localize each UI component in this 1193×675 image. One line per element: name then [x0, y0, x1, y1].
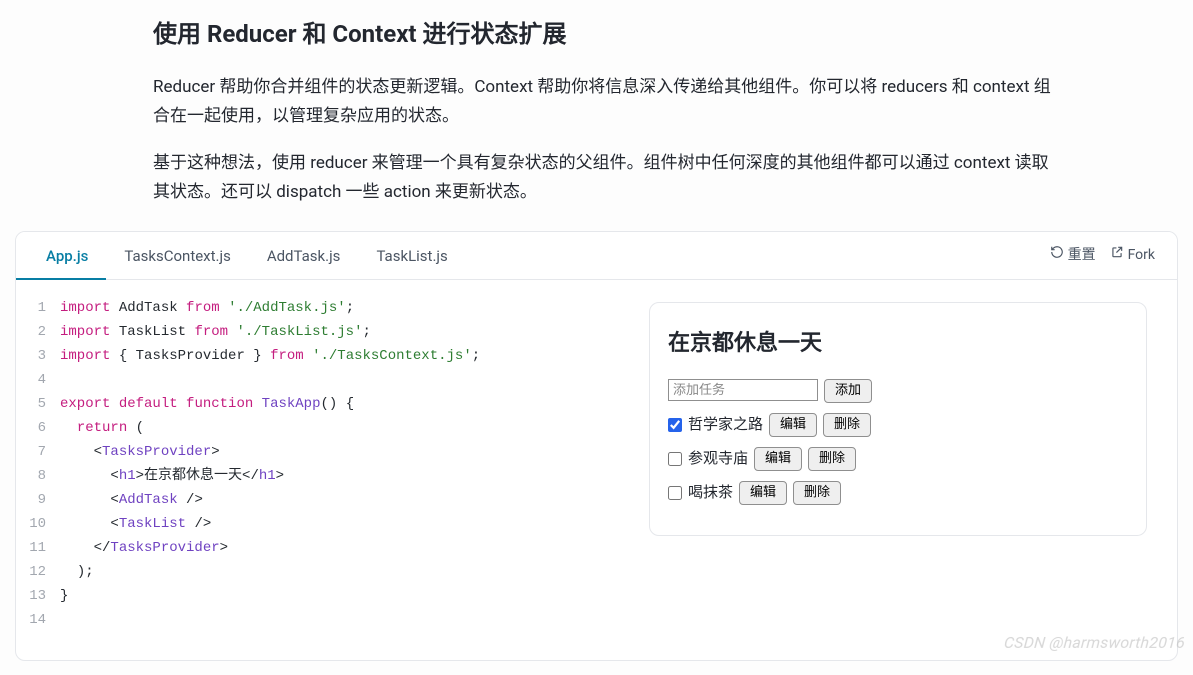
code-line: 5export default function TaskApp() { [16, 392, 629, 416]
reset-label: 重置 [1068, 245, 1096, 267]
task-row: 参观寺庙编辑删除 [668, 447, 1128, 471]
code-content: <AddTask /> [60, 488, 203, 512]
task-text: 喝抹茶 [688, 481, 733, 504]
task-checkbox[interactable] [668, 486, 682, 500]
file-tab[interactable]: AddTask.js [249, 233, 359, 280]
code-line: 6 return ( [16, 416, 629, 440]
code-line: 2import TaskList from './TaskList.js'; [16, 320, 629, 344]
task-text: 哲学家之路 [688, 413, 763, 436]
paragraph-1: Reducer 帮助你合并组件的状态更新逻辑。Context 帮助你将信息深入传… [153, 73, 1063, 131]
line-number: 13 [16, 584, 60, 608]
code-line: 1import AddTask from './AddTask.js'; [16, 296, 629, 320]
paragraph-2: 基于这种想法，使用 reducer 来管理一个具有复杂状态的父组件。组件树中任何… [153, 149, 1063, 207]
edit-button[interactable]: 编辑 [754, 447, 802, 471]
file-tab[interactable]: App.js [16, 233, 106, 280]
code-content [60, 608, 68, 632]
preview-column: 在京都休息一天 添加 哲学家之路编辑删除参观寺庙编辑删除喝抹茶编辑删除 [629, 284, 1177, 644]
reset-icon [1050, 245, 1064, 267]
code-content: ); [60, 560, 94, 584]
fork-button[interactable]: Fork [1110, 245, 1155, 267]
sandbox-header: App.jsTasksContext.jsAddTask.jsTaskList.… [16, 232, 1177, 280]
add-task-button[interactable]: 添加 [824, 379, 872, 403]
edit-button[interactable]: 编辑 [739, 481, 787, 505]
code-line: 7 <TasksProvider> [16, 440, 629, 464]
code-line: 12 ); [16, 560, 629, 584]
code-line: 8 <h1>在京都休息一天</h1> [16, 464, 629, 488]
edit-button[interactable]: 编辑 [769, 413, 817, 437]
code-content: } [60, 584, 68, 608]
code-content: return ( [60, 416, 144, 440]
task-checkbox[interactable] [668, 418, 682, 432]
file-tabs: App.jsTasksContext.jsAddTask.jsTaskList.… [16, 232, 466, 279]
file-tab[interactable]: TasksContext.js [106, 233, 248, 280]
line-number: 8 [16, 464, 60, 488]
line-number: 11 [16, 536, 60, 560]
code-content: import { TasksProvider } from './TasksCo… [60, 344, 480, 368]
task-row: 哲学家之路编辑删除 [668, 413, 1128, 437]
section-heading: 使用 Reducer 和 Context 进行状态扩展 [153, 16, 1063, 53]
add-task-input[interactable] [668, 379, 818, 401]
reset-button[interactable]: 重置 [1050, 245, 1096, 267]
line-number: 14 [16, 608, 60, 632]
line-number: 4 [16, 368, 60, 392]
task-row: 喝抹茶编辑删除 [668, 481, 1128, 505]
code-line: 11 </TasksProvider> [16, 536, 629, 560]
line-number: 5 [16, 392, 60, 416]
external-link-icon [1110, 245, 1124, 267]
code-content: import TaskList from './TaskList.js'; [60, 320, 371, 344]
preview-card: 在京都休息一天 添加 哲学家之路编辑删除参观寺庙编辑删除喝抹茶编辑删除 [649, 302, 1147, 536]
delete-button[interactable]: 删除 [823, 413, 871, 437]
code-content: export default function TaskApp() { [60, 392, 354, 416]
line-number: 3 [16, 344, 60, 368]
sandbox-container: App.jsTasksContext.jsAddTask.jsTaskList.… [15, 231, 1178, 661]
delete-button[interactable]: 删除 [793, 481, 841, 505]
code-line: 10 <TaskList /> [16, 512, 629, 536]
code-line: 14 [16, 608, 629, 632]
line-number: 7 [16, 440, 60, 464]
code-line: 4 [16, 368, 629, 392]
line-number: 1 [16, 296, 60, 320]
code-content: <TaskList /> [60, 512, 211, 536]
line-number: 10 [16, 512, 60, 536]
delete-button[interactable]: 删除 [808, 447, 856, 471]
fork-label: Fork [1128, 245, 1155, 267]
sandbox-actions: 重置 Fork [1050, 245, 1177, 267]
line-number: 9 [16, 488, 60, 512]
code-content: <TasksProvider> [60, 440, 220, 464]
file-tab[interactable]: TaskList.js [358, 233, 465, 280]
code-editor[interactable]: 1import AddTask from './AddTask.js';2imp… [16, 284, 629, 644]
code-content: <h1>在京都休息一天</h1> [60, 464, 284, 488]
preview-title: 在京都休息一天 [668, 327, 1128, 361]
code-line: 13} [16, 584, 629, 608]
task-list: 哲学家之路编辑删除参观寺庙编辑删除喝抹茶编辑删除 [668, 413, 1128, 505]
line-number: 12 [16, 560, 60, 584]
task-text: 参观寺庙 [688, 447, 748, 470]
line-number: 6 [16, 416, 60, 440]
code-line: 3import { TasksProvider } from './TasksC… [16, 344, 629, 368]
code-content [60, 368, 68, 392]
line-number: 2 [16, 320, 60, 344]
code-content: import AddTask from './AddTask.js'; [60, 296, 354, 320]
code-line: 9 <AddTask /> [16, 488, 629, 512]
task-checkbox[interactable] [668, 452, 682, 466]
code-content: </TasksProvider> [60, 536, 228, 560]
